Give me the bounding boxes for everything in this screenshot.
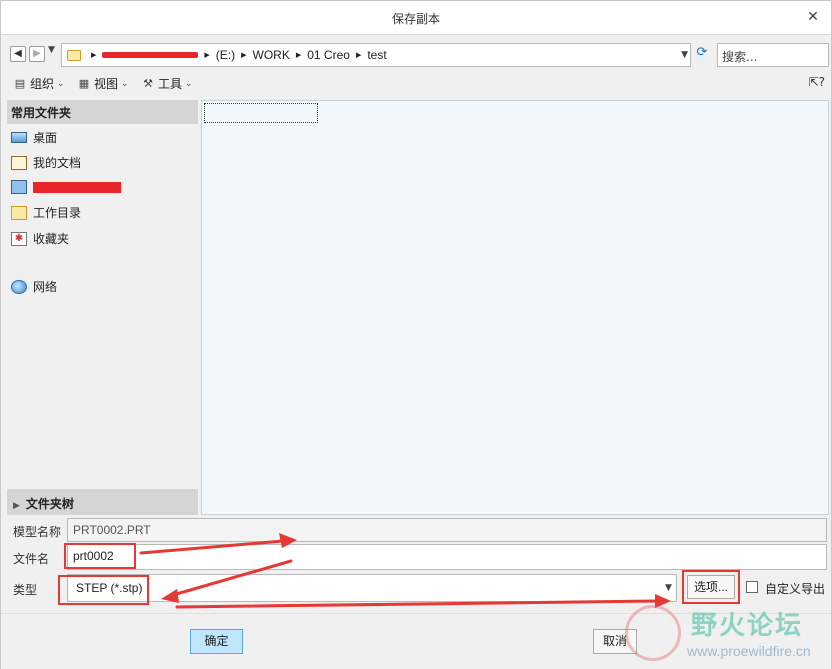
view-menu[interactable]: ▦ 视图 ⌄: [77, 75, 129, 92]
breadcrumb-drive[interactable]: (E:): [213, 48, 238, 62]
breadcrumb-creo[interactable]: 01 Creo: [304, 48, 353, 62]
model-name-label: 模型名称: [13, 525, 62, 539]
breadcrumb-separator-icon: ▶: [295, 51, 302, 59]
sidebar-item-working-dir[interactable]: 工作目录: [11, 204, 81, 221]
custom-export-checkbox[interactable]: [746, 581, 758, 593]
working-dir-icon: [11, 205, 27, 220]
folder-icon: [67, 50, 81, 61]
ok-button[interactable]: 确定: [190, 629, 243, 654]
model-name-field: PRT0002.PRT: [67, 518, 827, 542]
custom-export-label: 自定义导出: [765, 582, 826, 596]
breadcrumb-separator-icon: ▶: [241, 51, 247, 59]
sidebar-item-documents[interactable]: 我的文档: [11, 154, 81, 171]
sidebar-item-favorites[interactable]: ✱ 收藏夹: [11, 230, 69, 247]
folder-tree-label: 文件夹树: [25, 497, 74, 511]
save-copy-dialog: 保存副本 ✕ ◀ ▶ ▼ ▶ ▶ (E:) ▶ WORK ▶ 01 Creo ▶…: [0, 0, 832, 669]
title-bar: 保存副本 ✕: [1, 1, 831, 35]
organize-icon: ▤: [14, 76, 26, 90]
sidebar-item-network[interactable]: 网络: [11, 278, 57, 295]
breadcrumb-test[interactable]: test: [364, 48, 389, 62]
documents-icon: [11, 155, 27, 170]
breadcrumb-separator-icon: ▶: [91, 51, 97, 59]
sidebar-item-label: 工作目录: [33, 206, 82, 220]
computer-icon: [11, 180, 27, 194]
type-label: 类型: [13, 583, 38, 597]
sidebar-item-label: 收藏夹: [33, 232, 70, 246]
organize-label: 组织: [30, 77, 55, 91]
breadcrumb-separator-icon: ▶: [204, 51, 210, 59]
back-arrow-icon[interactable]: ◀: [10, 46, 26, 62]
breadcrumb-work[interactable]: WORK: [250, 48, 293, 62]
redacted-label: [33, 181, 121, 193]
desktop-icon: [11, 132, 27, 143]
view-label: 视图: [94, 77, 119, 91]
forum-watermark: 野火论坛 www.proewildfire.cn: [621, 601, 831, 669]
refresh-icon[interactable]: ⟳: [693, 45, 711, 65]
sidebar-item-computer[interactable]: [11, 180, 121, 194]
common-folders-header: 常用文件夹: [7, 100, 198, 124]
favorites-icon: ✱: [11, 231, 27, 246]
tools-menu[interactable]: ⚒ 工具 ⌄: [141, 75, 193, 92]
address-bar[interactable]: ▶ ▶ (E:) ▶ WORK ▶ 01 Creo ▶ test ▼: [61, 43, 691, 67]
close-icon[interactable]: ✕: [803, 7, 823, 27]
expand-triangle-icon: ▶: [13, 501, 20, 511]
sidebar-item-label: 网络: [33, 280, 58, 294]
file-name-field[interactable]: prt0002: [67, 544, 827, 570]
search-input[interactable]: 搜索...: [717, 43, 829, 67]
type-select[interactable]: STEP (*.stp): [67, 574, 662, 602]
network-icon: [11, 279, 27, 294]
navigation-bar: ◀ ▶ ▼ ▶ ▶ (E:) ▶ WORK ▶ 01 Creo ▶ test ▼…: [1, 41, 831, 69]
sidebar-item-desktop[interactable]: 桌面: [11, 129, 57, 146]
annotation-box-type: [58, 575, 149, 605]
breadcrumb: ▶ ▶ (E:) ▶ WORK ▶ 01 Creo ▶ test: [88, 48, 390, 62]
chevron-down-icon: ⌄: [121, 78, 129, 89]
file-name-label: 文件名: [13, 552, 50, 566]
organize-menu[interactable]: ▤ 组织 ⌄: [13, 75, 65, 92]
tools-label: 工具: [158, 77, 183, 91]
watermark-title: 野火论坛: [691, 611, 804, 641]
chevron-down-icon: ⌄: [57, 78, 65, 89]
help-icon[interactable]: ⇱?: [809, 75, 825, 89]
annotation-box-filename: [64, 543, 136, 569]
common-folders-panel: 常用文件夹 桌面 我的文档 工作目录 ✱ 收藏夹 网络: [7, 100, 198, 488]
focus-rectangle: [204, 103, 318, 123]
view-icon: ▦: [78, 76, 90, 90]
watermark-logo: [625, 605, 681, 661]
address-dropdown-icon[interactable]: ▼: [681, 50, 688, 60]
toolbar: ▤ 组织 ⌄ ▦ 视图 ⌄ ⚒ 工具 ⌄ ⇱?: [1, 71, 831, 97]
watermark-url: www.proewildfire.cn: [687, 643, 811, 659]
file-list-pane[interactable]: [201, 100, 829, 515]
redacted-crumb: [102, 52, 199, 58]
type-dropdown-icon[interactable]: ▼: [661, 574, 677, 602]
tools-icon: ⚒: [143, 76, 153, 90]
chevron-down-icon: ⌄: [185, 78, 193, 89]
breadcrumb-separator-icon: ▶: [355, 51, 362, 59]
annotation-box-options: [682, 570, 740, 604]
sidebar-item-label: 桌面: [33, 131, 58, 145]
folder-tree-toggle[interactable]: ▶ 文件夹树: [7, 489, 198, 515]
sidebar-item-label: 我的文档: [33, 156, 82, 170]
forward-arrow-icon[interactable]: ▶: [29, 46, 45, 62]
history-dropdown-icon[interactable]: ▼: [48, 45, 55, 55]
dialog-title: 保存副本: [391, 12, 440, 26]
